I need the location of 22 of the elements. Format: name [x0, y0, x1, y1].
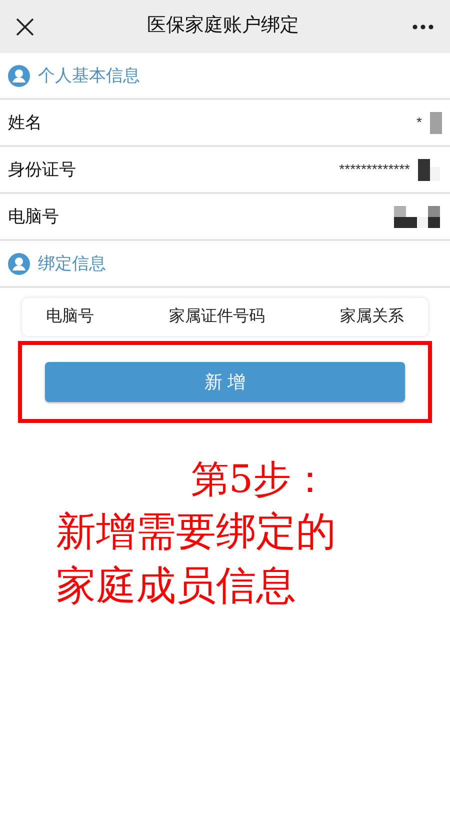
close-icon[interactable]	[16, 18, 34, 36]
window-title: 医保家庭账户绑定	[147, 14, 299, 38]
pixelated-mosaic	[394, 206, 442, 228]
column-header: 家属证件号码	[169, 306, 265, 327]
annotation-text: 家庭成员信息	[55, 562, 297, 611]
annotation-text: 新增需要绑定的	[55, 508, 337, 557]
more-icon[interactable]	[412, 24, 434, 30]
section-title: 绑定信息	[38, 252, 106, 275]
field-label: 电脑号	[8, 206, 59, 228]
field-label: 姓名	[8, 112, 42, 134]
field-value: *	[416, 113, 422, 132]
column-header: 家属关系	[340, 306, 404, 327]
section-title: 个人基本信息	[38, 64, 140, 87]
user-icon	[8, 252, 30, 274]
annotation-step: 第5步：	[120, 453, 330, 505]
pixelated-mosaic	[430, 112, 442, 134]
pixelated-mosaic	[418, 158, 442, 180]
field-label: 身份证号	[8, 158, 76, 181]
user-icon	[8, 64, 30, 86]
add-button[interactable]: 新 增	[45, 362, 405, 402]
column-header: 电脑号	[46, 306, 94, 327]
field-value: *************	[339, 160, 410, 179]
